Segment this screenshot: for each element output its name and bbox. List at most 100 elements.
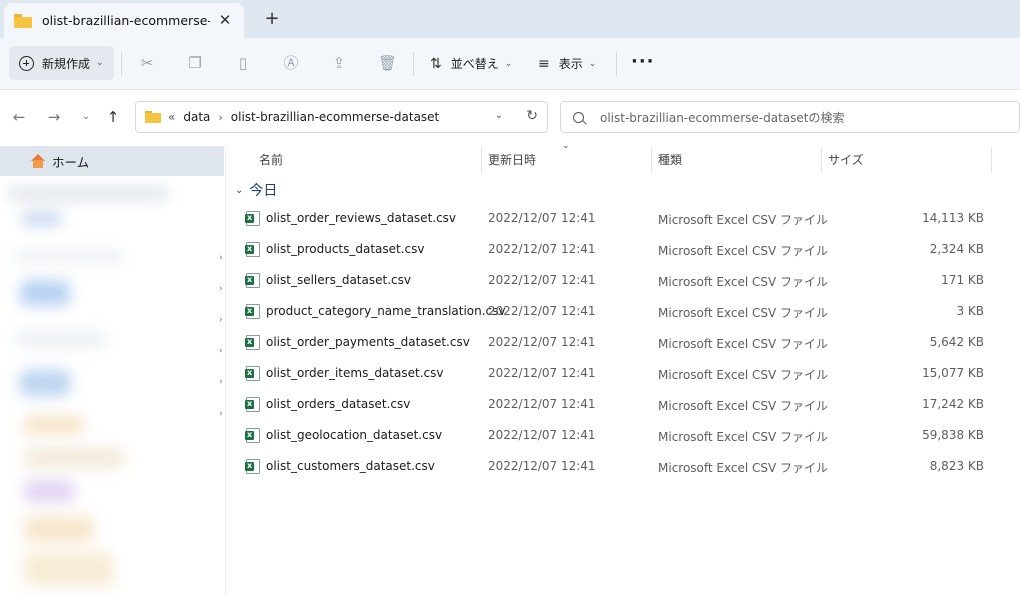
- breadcrumb-separator: ›: [218, 110, 223, 124]
- up-arrow-icon[interactable]: ↑: [104, 108, 122, 126]
- file-size: 8,823 KB: [929, 459, 984, 473]
- file-type: Microsoft Excel CSV ファイル: [658, 399, 829, 413]
- blurred-sidebar-items: [4, 180, 222, 592]
- file-row[interactable]: olist_orders_dataset.csv 2022/12/07 12:41…: [240, 389, 1000, 420]
- file-modified: 2022/12/07 12:41: [488, 211, 596, 225]
- trash-icon[interactable]: 🗑: [378, 54, 397, 72]
- paste-icon[interactable]: ▯: [234, 54, 252, 72]
- sidebar-item-label: ホーム: [52, 154, 90, 170]
- file-name: olist_orders_dataset.csv: [266, 397, 411, 411]
- file-type: Microsoft Excel CSV ファイル: [658, 306, 829, 320]
- copy-icon[interactable]: ❐: [186, 54, 204, 72]
- file-size: 14,113 KB: [922, 211, 984, 225]
- view-button[interactable]: ≡ 表示 ⌄: [538, 55, 596, 72]
- file-type: Microsoft Excel CSV ファイル: [658, 337, 829, 351]
- column-header-modified[interactable]: 更新日時: [488, 151, 536, 168]
- excel-csv-file-icon: [245, 428, 260, 443]
- file-row[interactable]: olist_geolocation_dataset.csv 2022/12/07 …: [240, 420, 1000, 451]
- file-name: olist_products_dataset.csv: [266, 242, 425, 256]
- recent-locations-chevron-icon[interactable]: ⌄: [77, 111, 95, 122]
- expand-chevron-icon[interactable]: ›: [219, 284, 223, 294]
- file-type: Microsoft Excel CSV ファイル: [658, 368, 829, 382]
- column-header-name[interactable]: 名前: [259, 151, 283, 168]
- chevron-down-icon: ⌄: [235, 184, 244, 196]
- home-icon: [30, 154, 46, 168]
- group-header-today[interactable]: ⌄ 今日: [235, 180, 277, 200]
- file-row[interactable]: olist_order_payments_dataset.csv 2022/12/…: [240, 327, 1000, 358]
- sidebar-item-home[interactable]: ホーム: [0, 146, 224, 176]
- excel-csv-file-icon: [245, 335, 260, 350]
- address-bar[interactable]: « data › olist-brazillian-ecommerse-data…: [135, 101, 548, 133]
- file-size: 5,642 KB: [929, 335, 984, 349]
- command-bar: 新規作成 ⌄ ✂ ❐ ▯ Ⓐ ⇪ 🗑 ⇅ 並べ替え ⌄ ≡ 表示 ⌄ ···: [0, 38, 1020, 90]
- divider: [616, 52, 617, 76]
- column-divider[interactable]: [821, 147, 822, 173]
- divider: [121, 52, 122, 76]
- excel-csv-file-icon: [245, 397, 260, 412]
- refresh-icon[interactable]: ↻: [526, 108, 538, 124]
- file-modified: 2022/12/07 12:41: [488, 304, 596, 318]
- excel-csv-file-icon: [245, 273, 260, 288]
- file-size: 59,838 KB: [922, 428, 984, 442]
- expand-chevron-icon[interactable]: ›: [219, 315, 223, 325]
- file-row[interactable]: product_category_name_translation.csv202…: [240, 296, 1000, 327]
- column-divider[interactable]: [481, 147, 482, 173]
- plus-circle-icon: [19, 55, 34, 71]
- file-modified: 2022/12/07 12:41: [488, 459, 596, 473]
- file-modified: 2022/12/07 12:41: [488, 273, 596, 287]
- sort-label: 並べ替え: [450, 57, 499, 71]
- share-icon[interactable]: ⇪: [330, 54, 348, 72]
- file-size: 17,242 KB: [922, 397, 984, 411]
- expand-chevron-icon[interactable]: ›: [219, 253, 223, 263]
- sort-descending-icon: ⌄: [562, 141, 570, 151]
- new-tab-button[interactable]: +: [262, 8, 282, 29]
- excel-csv-file-icon: [245, 211, 260, 226]
- more-options-button[interactable]: ···: [631, 51, 655, 72]
- new-button[interactable]: 新規作成 ⌄: [9, 46, 114, 80]
- file-type: Microsoft Excel CSV ファイル: [658, 213, 829, 227]
- search-placeholder: olist-brazillian-ecommerse-datasetの検索: [600, 110, 845, 125]
- column-header-size[interactable]: サイズ: [828, 151, 864, 168]
- file-modified: 2022/12/07 12:41: [488, 428, 596, 442]
- close-tab-icon[interactable]: ✕: [216, 11, 234, 29]
- rename-icon[interactable]: Ⓐ: [282, 54, 300, 72]
- file-name: olist_order_payments_dataset.csv: [266, 335, 470, 349]
- back-arrow-icon[interactable]: ←: [10, 108, 28, 126]
- new-button-label: 新規作成: [42, 56, 91, 71]
- expand-chevron-icon[interactable]: ›: [219, 377, 223, 387]
- file-type: Microsoft Excel CSV ファイル: [658, 275, 829, 289]
- tab-strip: olist-brazillian-ecommerse-dataset ✕ +: [0, 0, 1020, 38]
- folder-icon: [145, 111, 161, 123]
- file-row[interactable]: olist_order_items_dataset.csv 2022/12/07 …: [240, 358, 1000, 389]
- file-name: olist_order_reviews_dataset.csv: [266, 211, 457, 225]
- tab-olist-folder[interactable]: olist-brazillian-ecommerse-dataset ✕: [4, 3, 244, 38]
- breadcrumb-current-folder[interactable]: olist-brazillian-ecommerse-dataset: [231, 110, 439, 124]
- view-label: 表示: [558, 57, 583, 71]
- breadcrumb-overflow[interactable]: «: [168, 110, 175, 124]
- file-name: olist_customers_dataset.csv: [266, 459, 435, 473]
- sort-icon: ⇅: [430, 55, 442, 72]
- column-header-type[interactable]: 種類: [658, 151, 682, 168]
- search-box[interactable]: olist-brazillian-ecommerse-datasetの検索: [560, 101, 1020, 133]
- file-row[interactable]: olist_products_dataset.csv 2022/12/07 12:…: [240, 234, 1000, 265]
- file-name: olist_geolocation_dataset.csv: [266, 428, 443, 442]
- column-divider[interactable]: [651, 147, 652, 173]
- chevron-down-icon[interactable]: ⌄: [495, 110, 503, 121]
- file-row[interactable]: olist_customers_dataset.csv 2022/12/07 12…: [240, 451, 1000, 482]
- breadcrumb-data[interactable]: data: [183, 110, 210, 124]
- file-size: 2,324 KB: [929, 242, 984, 256]
- file-row[interactable]: olist_sellers_dataset.csv 2022/12/07 12:4…: [240, 265, 1000, 296]
- forward-arrow-icon[interactable]: →: [45, 108, 63, 126]
- file-modified: 2022/12/07 12:41: [488, 335, 596, 349]
- file-size: 15,077 KB: [922, 366, 984, 380]
- file-row[interactable]: olist_order_reviews_dataset.csv 2022/12/0…: [240, 203, 1000, 234]
- divider: [413, 52, 414, 76]
- expand-chevron-icon[interactable]: ›: [219, 346, 223, 356]
- expand-chevron-icon[interactable]: ›: [219, 409, 223, 419]
- cut-icon[interactable]: ✂: [138, 54, 156, 72]
- file-name: olist_order_items_dataset.csv: [266, 366, 444, 380]
- column-divider[interactable]: [991, 147, 992, 173]
- sort-button[interactable]: ⇅ 並べ替え ⌄: [430, 55, 512, 72]
- pane-divider[interactable]: [225, 146, 226, 596]
- file-name: product_category_name_translation.csv: [266, 304, 506, 318]
